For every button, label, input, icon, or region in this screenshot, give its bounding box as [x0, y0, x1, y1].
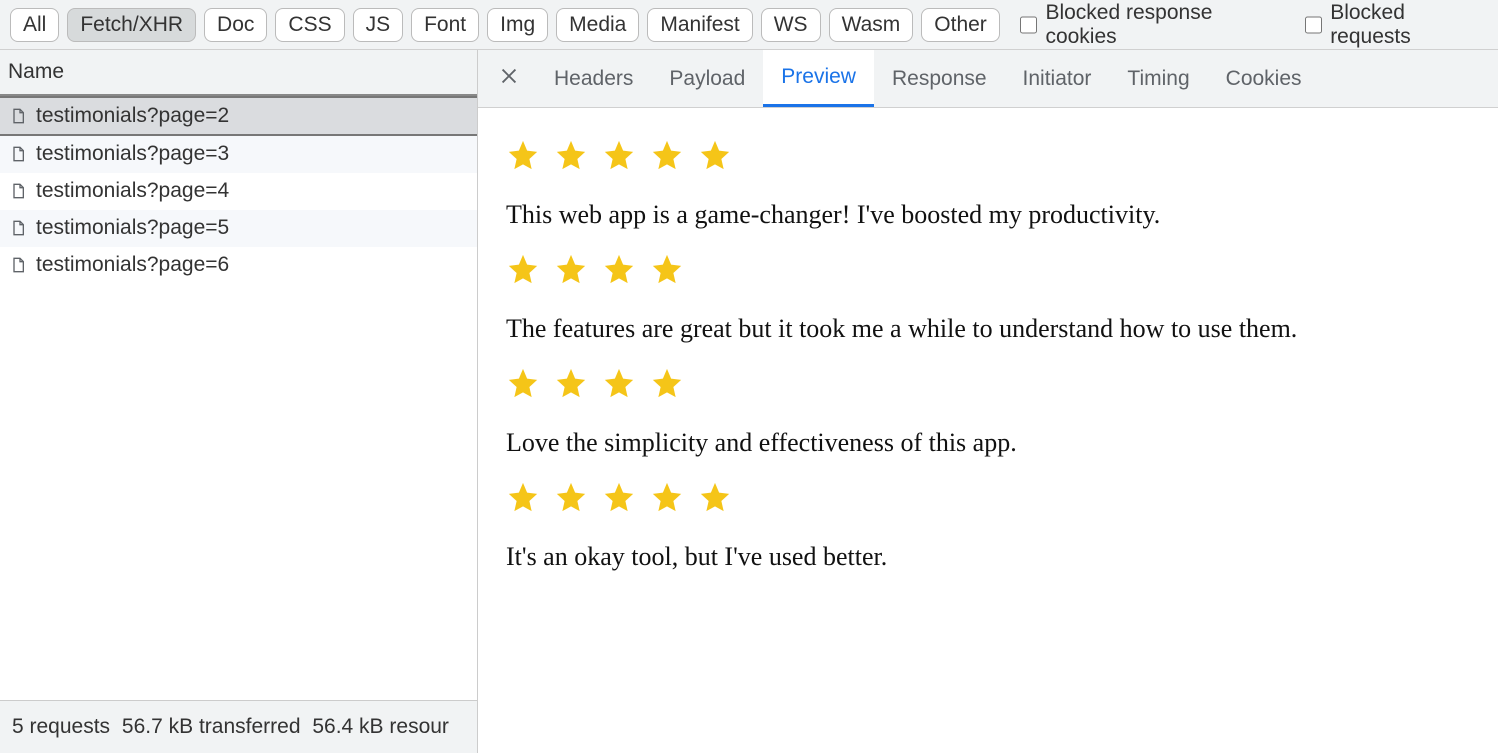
star-icon [506, 366, 540, 400]
filter-wasm[interactable]: Wasm [829, 8, 914, 42]
star-icon [698, 138, 732, 172]
filter-js[interactable]: JS [353, 8, 404, 42]
star-icon [554, 252, 588, 286]
star-icon [554, 138, 588, 172]
file-icon [10, 181, 26, 201]
file-icon [10, 255, 26, 275]
testimonial: Love the simplicity and effectiveness of… [492, 366, 1498, 458]
tab-headers[interactable]: Headers [536, 50, 651, 107]
filter-ws[interactable]: WS [761, 8, 821, 42]
star-icon [602, 138, 636, 172]
star-icon [506, 138, 540, 172]
filter-other[interactable]: Other [921, 8, 1000, 42]
star-rating [506, 480, 1498, 514]
status-bar: 5 requests 56.7 kB transferred 56.4 kB r… [0, 700, 477, 753]
detail-tabs: HeadersPayloadPreviewResponseInitiatorTi… [478, 50, 1498, 108]
filter-img[interactable]: Img [487, 8, 548, 42]
star-icon [650, 138, 684, 172]
star-icon [698, 480, 732, 514]
star-icon [602, 252, 636, 286]
request-name: testimonials?page=2 [36, 104, 229, 128]
testimonial: The features are great but it took me a … [492, 252, 1498, 344]
tab-cookies[interactable]: Cookies [1208, 50, 1320, 107]
star-icon [602, 480, 636, 514]
request-row[interactable]: testimonials?page=3 [0, 136, 477, 173]
blocked-cookies-label: Blocked response cookies [1045, 1, 1284, 49]
filter-fetch-xhr[interactable]: Fetch/XHR [67, 8, 196, 42]
request-name: testimonials?page=3 [36, 142, 229, 166]
filter-media[interactable]: Media [556, 8, 639, 42]
star-rating [506, 252, 1498, 286]
close-icon[interactable] [482, 55, 536, 103]
filter-font[interactable]: Font [411, 8, 479, 42]
request-row[interactable]: testimonials?page=5 [0, 210, 477, 247]
request-row[interactable]: testimonials?page=2 [0, 96, 477, 136]
file-icon [10, 144, 26, 164]
star-icon [506, 252, 540, 286]
tab-timing[interactable]: Timing [1109, 50, 1207, 107]
detail-panel: HeadersPayloadPreviewResponseInitiatorTi… [478, 50, 1498, 753]
star-icon [650, 252, 684, 286]
star-icon [554, 366, 588, 400]
tab-initiator[interactable]: Initiator [1005, 50, 1110, 107]
status-requests: 5 requests [12, 715, 110, 738]
filter-css[interactable]: CSS [275, 8, 344, 42]
status-resources: 56.4 kB resour [312, 715, 449, 738]
testimonial: It's an okay tool, but I've used better. [492, 480, 1498, 572]
request-row[interactable]: testimonials?page=4 [0, 173, 477, 210]
request-list: testimonials?page=2 testimonials?page=3 te… [0, 96, 477, 700]
star-icon [554, 480, 588, 514]
filter-doc[interactable]: Doc [204, 8, 267, 42]
star-rating [506, 366, 1498, 400]
blocked-requests-label: Blocked requests [1330, 1, 1488, 49]
blocked-cookies-checkbox[interactable]: Blocked response cookies [1020, 1, 1285, 49]
filter-all[interactable]: All [10, 8, 59, 42]
filter-toolbar: AllFetch/XHRDocCSS JSFontImgMediaManifest… [0, 0, 1498, 50]
star-icon [506, 480, 540, 514]
request-name: testimonials?page=5 [36, 216, 229, 240]
testimonial-text: It's an okay tool, but I've used better. [506, 542, 1498, 572]
testimonial: This web app is a game-changer! I've boo… [492, 138, 1498, 230]
request-list-panel: Name testimonials?page=2testimonials?pag… [0, 50, 478, 753]
tab-preview[interactable]: Preview [763, 50, 874, 107]
column-header-name[interactable]: Name [0, 50, 477, 96]
star-rating [506, 138, 1498, 172]
star-icon [602, 366, 636, 400]
star-icon [650, 480, 684, 514]
testimonial-text: The features are great but it took me a … [506, 314, 1498, 344]
star-icon [650, 366, 684, 400]
testimonial-text: Love the simplicity and effectiveness of… [506, 428, 1498, 458]
file-icon [10, 106, 26, 126]
request-name: testimonials?page=6 [36, 253, 229, 277]
preview-pane: This web app is a game-changer! I've boo… [478, 108, 1498, 753]
tab-payload[interactable]: Payload [651, 50, 763, 107]
file-icon [10, 218, 26, 238]
status-transferred: 56.7 kB transferred [122, 715, 301, 738]
request-name: testimonials?page=4 [36, 179, 229, 203]
filter-manifest[interactable]: Manifest [647, 8, 752, 42]
blocked-requests-checkbox[interactable]: Blocked requests [1305, 1, 1488, 49]
testimonial-text: This web app is a game-changer! I've boo… [506, 200, 1498, 230]
request-row[interactable]: testimonials?page=6 [0, 247, 477, 284]
tab-response[interactable]: Response [874, 50, 1005, 107]
